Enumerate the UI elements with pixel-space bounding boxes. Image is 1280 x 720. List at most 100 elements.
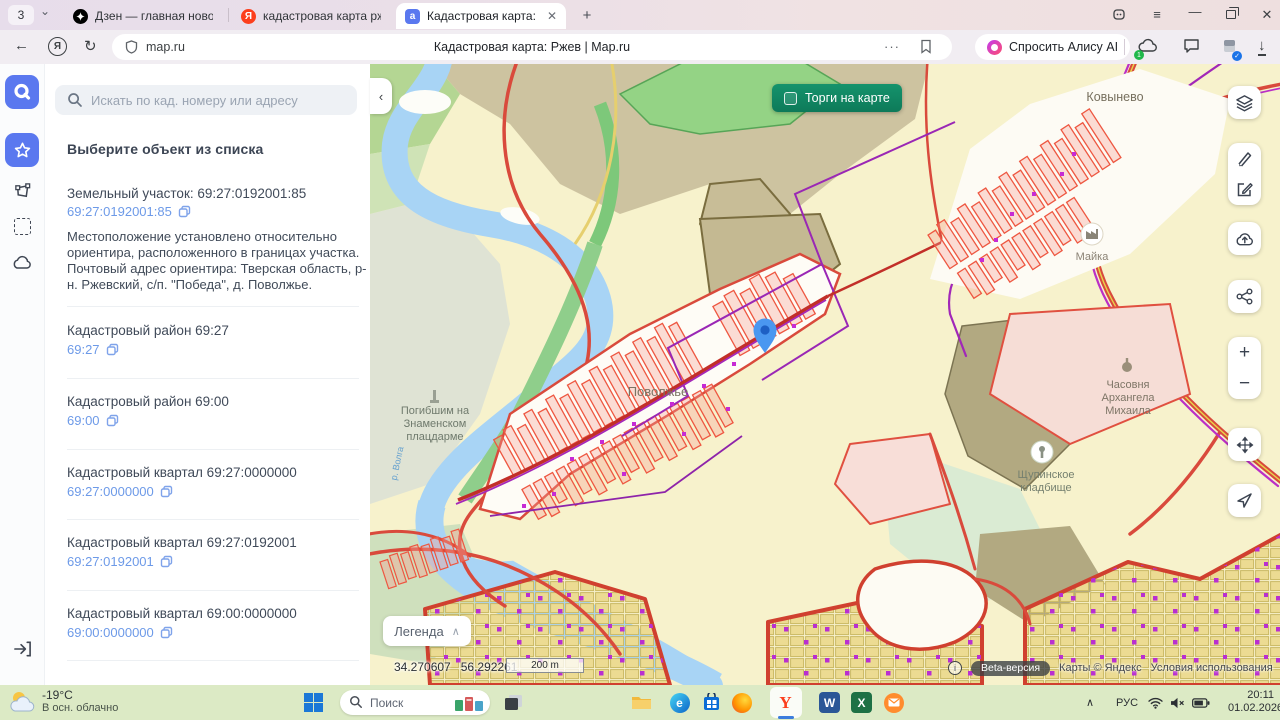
- edge-icon[interactable]: e: [668, 691, 691, 714]
- time: 20:11: [1228, 689, 1274, 702]
- factory-poi[interactable]: [1081, 223, 1103, 245]
- copy-icon[interactable]: [106, 414, 119, 427]
- mail-icon[interactable]: [882, 691, 905, 714]
- firefox-icon[interactable]: [730, 691, 753, 714]
- ask-alice-button[interactable]: Спросить Алису AI: [975, 34, 1130, 60]
- more-icon[interactable]: ···: [884, 39, 900, 54]
- search-box[interactable]: [55, 85, 357, 115]
- login-icon[interactable]: [5, 632, 39, 666]
- tab-yandex-search[interactable]: Я кадастровая карта ржев: [232, 3, 392, 29]
- cadastral-map[interactable]: Поволжье Ковынево Майка Погибшим на Знам…: [370, 64, 1280, 685]
- weather-temperature[interactable]: -19°C: [42, 688, 73, 702]
- menu-icon[interactable]: ≡: [1148, 7, 1166, 22]
- list-item-code-link[interactable]: 69:27:0192001: [67, 554, 173, 569]
- copy-icon[interactable]: [106, 343, 119, 356]
- tab-title: Дзен — главная новостна: [95, 9, 213, 23]
- auction-toggle[interactable]: Торги на карте: [772, 84, 902, 112]
- date: 01.02.2026: [1228, 702, 1274, 715]
- divider: [67, 519, 359, 520]
- tab-cadastral-map[interactable]: a Кадастровая карта: Рж ✕: [396, 3, 566, 29]
- copy-icon[interactable]: [160, 485, 173, 498]
- legend-button[interactable]: Легенда ∧: [383, 616, 471, 646]
- list-item-code-link[interactable]: 69:00: [67, 413, 119, 428]
- bookmark-icon[interactable]: [920, 39, 932, 59]
- comments-icon[interactable]: [1183, 38, 1200, 58]
- pan-button[interactable]: [1228, 428, 1261, 461]
- code-text: 69:27: [67, 342, 100, 357]
- code-text: 69:00:0000000: [67, 625, 154, 640]
- browser-extra-icon[interactable]: [1110, 7, 1128, 24]
- taskbar-search-input[interactable]: [370, 690, 448, 715]
- edit-icon[interactable]: [1236, 181, 1253, 198]
- close-button[interactable]: ✕: [1258, 7, 1276, 23]
- list-item-code-link[interactable]: 69:00:0000000: [67, 625, 173, 640]
- tab-title: Кадастровая карта: Рж: [427, 9, 538, 23]
- zoom-out-button[interactable]: −: [1239, 374, 1250, 393]
- upload-button[interactable]: [1228, 222, 1261, 255]
- tab-close-icon[interactable]: ✕: [547, 9, 557, 23]
- cloud-layers-icon[interactable]: [5, 245, 39, 279]
- volume-muted-icon[interactable]: [1170, 685, 1185, 720]
- code-text: 69:27:0000000: [67, 484, 154, 499]
- alice-icon: [987, 40, 1002, 55]
- tab-dzen[interactable]: Дзен — главная новостна: [64, 3, 226, 29]
- area-select-icon[interactable]: [5, 209, 39, 243]
- start-button[interactable]: [302, 691, 325, 714]
- yandex-browser-icon[interactable]: Y: [774, 691, 797, 714]
- list-item-code-link[interactable]: 69:27:0000000: [67, 484, 173, 499]
- measure-icon[interactable]: [1236, 150, 1253, 167]
- memorial-label: Знаменском: [404, 418, 467, 430]
- weather-icon[interactable]: [8, 689, 36, 720]
- download-icon[interactable]: ↓: [1258, 37, 1266, 56]
- code-text: 69:27:0192001:85: [67, 204, 172, 219]
- mapru-logo[interactable]: [5, 75, 39, 109]
- list-item-title: Кадастровый квартал 69:27:0192001: [67, 535, 297, 550]
- refresh-icon[interactable]: ↻: [84, 37, 97, 55]
- word-icon[interactable]: W: [818, 691, 841, 714]
- tab-separator: [228, 8, 229, 22]
- copy-icon[interactable]: [160, 555, 173, 568]
- task-view-icon[interactable]: [502, 691, 525, 714]
- auction-checkbox[interactable]: [784, 92, 797, 105]
- terms-link[interactable]: Условия использования: [1151, 662, 1273, 674]
- minimize-button[interactable]: —: [1186, 4, 1204, 19]
- language-indicator[interactable]: РУС: [1116, 685, 1138, 720]
- wifi-icon[interactable]: [1148, 685, 1163, 720]
- copy-icon[interactable]: [178, 205, 191, 218]
- microsoft-store-icon[interactable]: [700, 691, 723, 714]
- locate-button[interactable]: [1228, 484, 1261, 517]
- back-icon[interactable]: ←: [14, 37, 29, 54]
- panel-collapse-button[interactable]: ‹: [370, 78, 392, 114]
- object-list-panel: Выберите объект из списка ✕ Земельный уч…: [45, 64, 370, 685]
- info-icon[interactable]: i: [948, 661, 962, 675]
- map-canvas: Поволжье Ковынево Майка Погибшим на Знам…: [370, 64, 1280, 685]
- list-item-code-link[interactable]: 69:27:0192001:85: [67, 204, 191, 219]
- list-item-code-link[interactable]: 69:27: [67, 342, 119, 357]
- restore-button[interactable]: [1226, 10, 1236, 19]
- sync-cloud-icon[interactable]: 1: [1138, 38, 1158, 57]
- tab-counter[interactable]: 3: [8, 5, 34, 25]
- yandex-button-icon[interactable]: Я: [48, 37, 67, 56]
- list-item-title: Кадастровый район 69:27: [67, 323, 229, 338]
- copy-icon[interactable]: [160, 626, 173, 639]
- cemetery-poi[interactable]: [1031, 441, 1053, 463]
- weather-description[interactable]: В осн. облачно: [42, 702, 118, 714]
- extensions-icon[interactable]: ✓: [1222, 38, 1238, 58]
- tray-clock[interactable]: 20:11 01.02.2026: [1228, 689, 1274, 715]
- polygon-select-icon[interactable]: [5, 174, 39, 208]
- taskbar-search[interactable]: [340, 690, 490, 715]
- search-input[interactable]: [91, 85, 346, 115]
- favorites-tool-active[interactable]: [5, 133, 39, 167]
- excel-icon[interactable]: X: [850, 691, 873, 714]
- tray-expand-icon[interactable]: ∧: [1086, 685, 1094, 720]
- layers-button[interactable]: [1228, 86, 1261, 119]
- new-tab-button[interactable]: +: [576, 5, 598, 25]
- share-button[interactable]: [1228, 280, 1261, 313]
- list-item-title: Кадастровый квартал 69:27:0000000: [67, 465, 297, 480]
- tab-list-chevron-icon[interactable]: ⌄: [40, 4, 50, 18]
- address-bar[interactable]: map.ru Кадастровая карта: Ржев | Map.ru …: [112, 34, 952, 60]
- zoom-in-button[interactable]: +: [1239, 343, 1250, 362]
- search-highlight-image[interactable]: [454, 694, 484, 716]
- battery-icon[interactable]: [1192, 685, 1210, 720]
- file-explorer-icon[interactable]: [630, 691, 653, 714]
